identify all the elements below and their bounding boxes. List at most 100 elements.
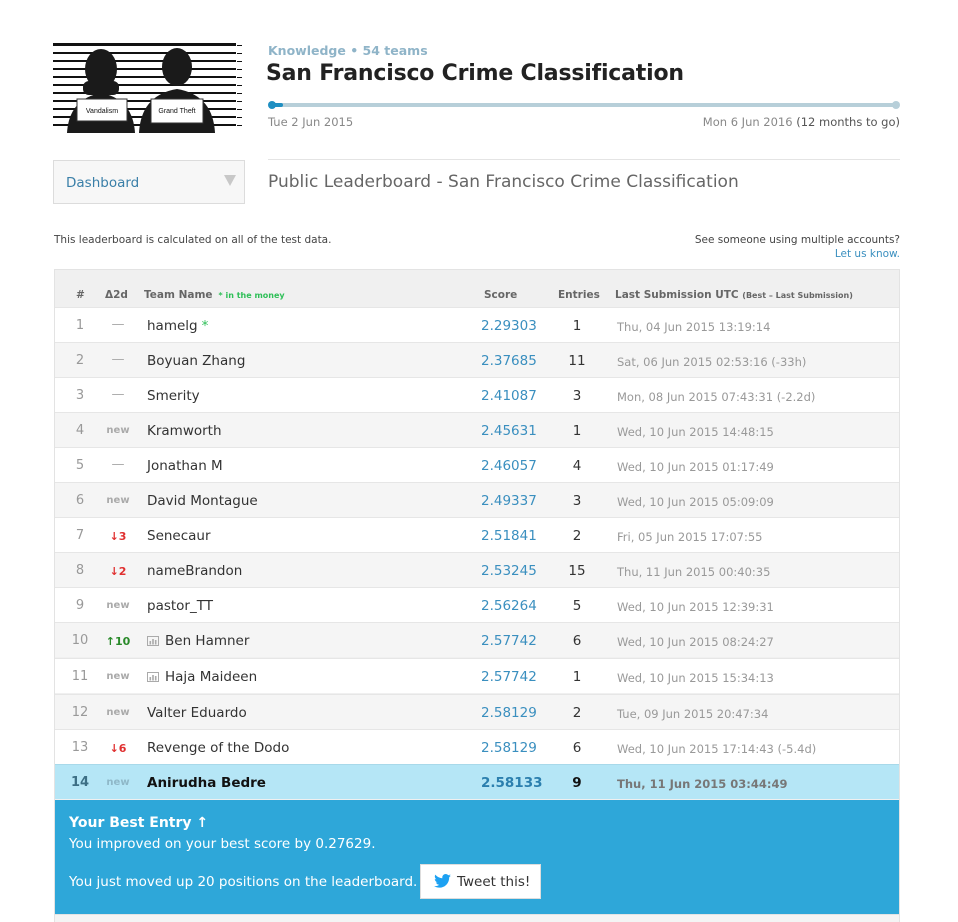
team-name-cell[interactable]: nameBrandon <box>147 563 242 579</box>
team-name-cell[interactable]: Valter Eduardo <box>147 705 247 721</box>
col-delta-header: Δ2d <box>105 289 128 301</box>
rank-cell: 10 <box>71 633 89 648</box>
rank-change-cell: ↓2 <box>109 565 127 578</box>
score-cell[interactable]: 2.57742 <box>481 633 537 649</box>
score-cell[interactable]: 2.56264 <box>481 598 537 614</box>
table-row[interactable]: 11 new Haja Maideen 2.57742 1 Wed, 10 Jun 201… <box>55 658 899 693</box>
profile-chart-icon[interactable] <box>147 636 159 646</box>
table-row[interactable]: 9 new pastor_TT 2.56264 5 Wed, 10 Jun 2015 12… <box>55 587 899 622</box>
table-row[interactable]: 6 new David Montague 2.49337 3 Wed, 10 Jun 20… <box>55 482 899 517</box>
rank-change-cell: new <box>106 600 130 611</box>
entries-cell: 4 <box>572 458 582 474</box>
team-name[interactable]: Senecaur <box>147 528 211 544</box>
table-row[interactable]: 12 new Valter Eduardo 2.58129 2 Tue, 09 Jun 2… <box>55 694 899 729</box>
table-row[interactable]: 10 ↑10 Ben Hamner 2.57742 6 Wed, 10 Jun 2015 … <box>55 622 899 657</box>
team-name[interactable]: Valter Eduardo <box>147 705 247 721</box>
team-name-cell[interactable]: Anirudha Bedre <box>147 775 266 791</box>
rank-change-cell: new <box>106 495 130 506</box>
table-row[interactable]: 8 ↓2 nameBrandon 2.53245 15 Thu, 11 Jun 2015 … <box>55 552 899 587</box>
team-name[interactable]: Ben Hamner <box>165 633 249 649</box>
competition-title[interactable]: San Francisco Crime Classification <box>266 61 684 86</box>
team-name[interactable]: Boyuan Zhang <box>147 353 245 369</box>
score-cell[interactable]: 2.58133 <box>481 775 543 791</box>
last-submission-cell: Wed, 10 Jun 2015 01:17:49 <box>617 460 774 474</box>
score-cell[interactable]: 2.46057 <box>481 458 537 474</box>
entries-cell: 2 <box>572 528 582 544</box>
team-name-cell[interactable]: pastor_TT <box>147 598 213 614</box>
best-entry-title: Your Best Entry ↑ <box>69 815 209 831</box>
score-cell[interactable]: 2.41087 <box>481 388 537 404</box>
dashboard-dropdown[interactable]: Dashboard <box>53 160 245 204</box>
logo-label-right: Grand Theft <box>158 108 195 115</box>
rank-cell: 4 <box>75 423 85 438</box>
col-score-header[interactable]: Score ? <box>484 289 531 319</box>
rank-cell: 8 <box>75 563 85 578</box>
col-team-header: Team Name * in the money <box>144 289 285 301</box>
tweet-button[interactable]: Tweet this! <box>420 864 541 899</box>
table-row[interactable]: 3 — Smerity 2.41087 3 Mon, 08 Jun 2015 07:43:… <box>55 377 899 412</box>
leaderboard-table: # Δ2d Team Name * in the money Score ? En… <box>54 269 900 922</box>
col-last-submission-sub: (Best – Last Submission) <box>742 291 853 300</box>
table-row-current-user[interactable]: 14 new Anirudha Bedre 2.58133 9 Thu, 11 Jun 2… <box>55 764 899 799</box>
profile-chart-icon[interactable] <box>147 672 159 682</box>
score-cell[interactable]: 2.51841 <box>481 528 537 544</box>
score-cell[interactable]: 2.58129 <box>481 705 537 721</box>
score-cell[interactable]: 2.57742 <box>481 669 537 685</box>
score-cell[interactable]: 2.53245 <box>481 563 537 579</box>
last-submission-cell: Wed, 10 Jun 2015 17:14:43 (-5.4d) <box>617 742 817 756</box>
score-cell[interactable]: 2.45631 <box>481 423 537 439</box>
team-name[interactable]: Smerity <box>147 388 200 404</box>
team-name[interactable]: hamelg <box>147 318 198 334</box>
last-submission-cell: Wed, 10 Jun 2015 08:24:27 <box>617 635 774 649</box>
team-name-cell[interactable]: Haja Maideen <box>147 669 257 685</box>
team-name-cell[interactable]: Senecaur <box>147 528 211 544</box>
competition-meta[interactable]: Knowledge • 54 teams <box>268 43 428 58</box>
table-row[interactable]: 2 — Boyuan Zhang 2.37685 11 Sat, 06 Jun 2015 … <box>55 342 899 377</box>
score-cell[interactable]: 2.49337 <box>481 493 537 509</box>
team-name-cell[interactable]: David Montague <box>147 493 258 509</box>
team-name[interactable]: Revenge of the Dodo <box>147 740 289 756</box>
entries-cell: 6 <box>572 633 582 649</box>
team-name[interactable]: nameBrandon <box>147 563 242 579</box>
table-header: # Δ2d Team Name * in the money Score ? En… <box>55 270 899 319</box>
rank-cell: 1 <box>75 318 85 333</box>
team-name-cell[interactable]: Boyuan Zhang <box>147 353 245 369</box>
last-submission-cell: Thu, 11 Jun 2015 03:44:49 <box>617 777 788 791</box>
table-row[interactable]: 1 — hamelg * 2.29303 1 Thu, 04 Jun 2015 13:19:… <box>55 307 899 342</box>
entries-cell: 3 <box>572 388 582 404</box>
table-row[interactable]: 7 ↓3 Senecaur 2.51841 2 Fri, 05 Jun 2015 17:0… <box>55 517 899 552</box>
rank-cell: 3 <box>75 388 85 403</box>
logo-label-left: Vandalism <box>86 108 118 115</box>
dropdown-arrow-icon <box>224 175 236 186</box>
rank-change-cell: new <box>106 777 130 788</box>
table-row[interactable]: 5 — Jonathan M 2.46057 4 Wed, 10 Jun 2015 01:… <box>55 447 899 482</box>
team-name-cell[interactable]: Jonathan M <box>147 458 223 474</box>
report-link[interactable]: Let us know. <box>695 248 900 260</box>
entries-cell: 1 <box>572 669 582 685</box>
rank-change-cell: ↑10 <box>105 635 131 648</box>
entries-cell: 1 <box>572 318 582 334</box>
score-cell[interactable]: 2.29303 <box>481 318 537 334</box>
team-name[interactable]: pastor_TT <box>147 598 213 614</box>
team-name[interactable]: Anirudha Bedre <box>147 775 266 791</box>
score-cell[interactable]: 2.58129 <box>481 740 537 756</box>
table-row[interactable]: 13 ↓6 Revenge of the Dodo 2.58129 6 Wed, 10 J… <box>55 729 899 764</box>
team-name-cell[interactable]: Kramworth <box>147 423 222 439</box>
entries-cell: 5 <box>572 598 582 614</box>
team-name[interactable]: Jonathan M <box>147 458 223 474</box>
team-name[interactable]: Haja Maideen <box>165 669 257 685</box>
team-name[interactable]: David Montague <box>147 493 258 509</box>
entries-cell: 9 <box>572 775 582 791</box>
score-cell[interactable]: 2.37685 <box>481 353 537 369</box>
col-entries-header: Entries <box>558 289 600 301</box>
timeline-start-dot <box>268 101 276 109</box>
team-name-cell[interactable]: Ben Hamner <box>147 633 249 649</box>
multiple-accounts-note: See someone using multiple accounts? Let… <box>695 234 900 260</box>
table-row[interactable]: 4 new Kramworth 2.45631 1 Wed, 10 Jun 2015 14… <box>55 412 899 447</box>
team-name[interactable]: Kramworth <box>147 423 222 439</box>
leaderboard-note: This leaderboard is calculated on all of… <box>54 234 332 246</box>
team-name-cell[interactable]: Smerity <box>147 388 200 404</box>
team-name-cell[interactable]: Revenge of the Dodo <box>147 740 289 756</box>
position-change-text: You just moved up 20 positions on the le… <box>69 874 418 890</box>
team-name-cell[interactable]: hamelg * <box>147 318 208 334</box>
